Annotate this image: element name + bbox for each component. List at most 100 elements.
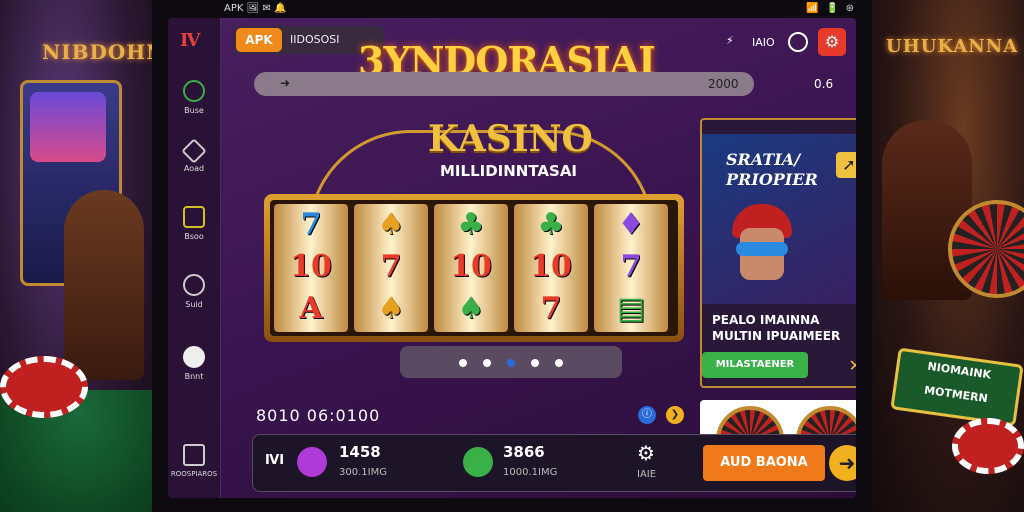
balance-arrow-icon: ➜ bbox=[280, 76, 291, 90]
sidebar-item-promotions[interactable]: ROOSPIAROS bbox=[168, 444, 220, 478]
sidebar-item-support[interactable]: Suid bbox=[168, 274, 220, 309]
promo-body-line1: PEALO IMAINNA bbox=[712, 313, 820, 327]
status-right: 📶 🔋 ⊛ bbox=[806, 3, 856, 14]
reel-symbol: ▤ bbox=[616, 291, 646, 326]
stat1-label: 300.1IMG bbox=[339, 467, 387, 478]
bonus-icon bbox=[183, 206, 205, 228]
background-badge: NIOMAINK MOTMERN bbox=[890, 347, 1024, 427]
slot-reels[interactable]: 7 10 A ♠ 7 ♠ ♣ 10 ♠ ♣ 10 7 ♦ 7 ▤ bbox=[264, 194, 684, 342]
promo-close-icon[interactable]: ✕ bbox=[849, 356, 856, 375]
bottom-bar: ⅣⅠ 1458 300.1IMG 3866 1000.1IMG ⚙ IAIE A… bbox=[252, 434, 856, 492]
sidebar-item-label: Bnnt bbox=[184, 372, 204, 381]
reel-column: ♣ 10 ♠ bbox=[434, 204, 508, 332]
promo-arrow-button[interactable]: ➚ bbox=[836, 152, 856, 178]
balance-value: 2000 bbox=[708, 77, 739, 91]
sunglasses-icon bbox=[736, 242, 788, 256]
carousel-dot[interactable] bbox=[459, 358, 467, 367]
carousel-dots bbox=[400, 346, 622, 378]
reel-symbol: 7 bbox=[620, 249, 642, 284]
phone-frame: APK 🖼 ✉ 🔔 📶 🔋 ⊛ Ⅳ Buse Aoad Bsoo Suid Bn… bbox=[152, 0, 872, 512]
top-icons: ⚡ IAIO ⚙ bbox=[726, 28, 846, 58]
reel-symbol: 7 bbox=[300, 207, 322, 242]
status-bar: APK 🖼 ✉ 🔔 📶 🔋 ⊛ bbox=[152, 0, 872, 18]
reel-column: ♣ 10 7 bbox=[514, 204, 588, 332]
background-character bbox=[64, 190, 144, 380]
promo-body-line2: MULTIN IPUAIMEER bbox=[712, 329, 841, 343]
background-chip bbox=[0, 356, 88, 418]
profile-icon bbox=[183, 346, 205, 368]
reel-symbol: ♦ bbox=[617, 207, 645, 242]
background-left-scene: NIBDOHNE bbox=[0, 0, 160, 512]
carousel-dot[interactable] bbox=[555, 358, 563, 367]
bonus-coin-icon[interactable]: ❯ bbox=[666, 406, 684, 424]
background-left-sign: NIBDOHNE bbox=[42, 40, 160, 64]
reel-symbol: A bbox=[299, 291, 323, 326]
reel-symbol: 10 bbox=[290, 249, 332, 284]
reel-column: ♠ 7 ♠ bbox=[354, 204, 428, 332]
sidebar: Ⅳ Buse Aoad Bsoo Suid Bnnt ROOSPIAROS bbox=[168, 18, 221, 498]
background-chip-2 bbox=[952, 418, 1024, 474]
sidebar-item-home[interactable]: Buse bbox=[168, 80, 220, 115]
promo-title-line2: PRIOPIER bbox=[726, 170, 818, 189]
carousel-dot[interactable] bbox=[483, 358, 491, 367]
status-left: APK 🖼 ✉ 🔔 bbox=[224, 3, 287, 14]
game-subtitle: MILLIDINNTASAI bbox=[440, 162, 578, 180]
sidebar-item-games[interactable]: Aoad bbox=[168, 138, 220, 173]
sidebar-item-label: ROOSPIAROS bbox=[170, 470, 218, 478]
play-button[interactable]: AUD BAONA bbox=[703, 445, 825, 481]
home-icon bbox=[183, 80, 205, 102]
carousel-dot[interactable] bbox=[531, 358, 539, 367]
bottom-left-label: ⅣⅠ bbox=[265, 453, 285, 468]
promo-character bbox=[732, 204, 792, 284]
copyright-icon[interactable] bbox=[788, 32, 808, 52]
sidebar-item-label: Aoad bbox=[183, 164, 205, 173]
apk-text: IIDOSOSI bbox=[290, 33, 340, 46]
trophy-icon[interactable] bbox=[463, 447, 493, 477]
game-title: KASINO bbox=[428, 118, 593, 160]
settings-label: IAIE bbox=[637, 469, 657, 480]
carousel-dot[interactable] bbox=[507, 358, 515, 367]
gift-icon bbox=[183, 444, 205, 466]
background-right-sign: UHUKANNA bbox=[886, 36, 1019, 57]
stat1-value: 1458 bbox=[339, 443, 381, 461]
reel-symbol: 10 bbox=[450, 249, 492, 284]
stat2-value: 3866 bbox=[503, 443, 545, 461]
reel-symbol: ♠ bbox=[457, 291, 485, 326]
reel-symbol: ♠ bbox=[377, 291, 405, 326]
play-arrow-icon[interactable]: ➜ bbox=[829, 445, 856, 481]
secondary-value: 0.6 bbox=[814, 77, 834, 91]
settings-icon[interactable]: ⚙ bbox=[637, 441, 655, 465]
timer-display: 8010 06:0100 bbox=[256, 406, 381, 425]
sidebar-item-profile[interactable]: Bnnt bbox=[168, 346, 220, 381]
settings-gear-button[interactable]: ⚙ bbox=[818, 28, 846, 56]
sidebar-item-bonus[interactable]: Bsoo bbox=[168, 206, 220, 241]
sidebar-item-label: Buse bbox=[184, 106, 204, 115]
reel-symbol: 7 bbox=[380, 249, 402, 284]
game-screen: Ⅳ Buse Aoad Bsoo Suid Bnnt ROOSPIAROS AP… bbox=[168, 18, 856, 498]
promo-body: PEALO IMAINNA MULTIN IPUAIMEER bbox=[712, 312, 840, 344]
reel-symbol: ♣ bbox=[537, 207, 565, 242]
reel-column: ♦ 7 ▤ bbox=[594, 204, 668, 332]
reel-symbol: ♣ bbox=[457, 207, 485, 242]
reel-symbol: 10 bbox=[530, 249, 572, 284]
app-logo[interactable]: Ⅳ bbox=[180, 30, 200, 51]
reel-column: 7 10 A bbox=[274, 204, 348, 332]
promo-card[interactable]: SRATIA/ PRIOPIER ➚ PEALO IMAINNA MULTIN … bbox=[700, 118, 856, 388]
reel-symbol: ♠ bbox=[377, 207, 405, 242]
stat2-label: 1000.1IMG bbox=[503, 467, 558, 478]
promo-image: SRATIA/ PRIOPIER ➚ bbox=[702, 134, 856, 304]
info-icon[interactable]: ⓘ bbox=[638, 406, 656, 424]
chip-avatar-icon[interactable] bbox=[297, 447, 327, 477]
apk-button[interactable]: APK bbox=[236, 28, 282, 52]
promo-title: SRATIA/ PRIOPIER bbox=[726, 150, 818, 190]
sidebar-item-label: Bsoo bbox=[184, 232, 204, 241]
promo-title-line1: SRATIA/ bbox=[726, 150, 801, 169]
header-icon-label: IAIO bbox=[752, 36, 775, 49]
balance-bar: ➜ bbox=[254, 72, 754, 96]
reel-symbol: 7 bbox=[540, 291, 562, 326]
sidebar-item-label: Suid bbox=[185, 300, 203, 309]
games-icon bbox=[181, 138, 207, 164]
lightning-icon[interactable]: ⚡ bbox=[726, 34, 734, 47]
background-slot-screen bbox=[30, 92, 106, 162]
promo-cta-button[interactable]: MILASTAENER bbox=[702, 352, 808, 378]
